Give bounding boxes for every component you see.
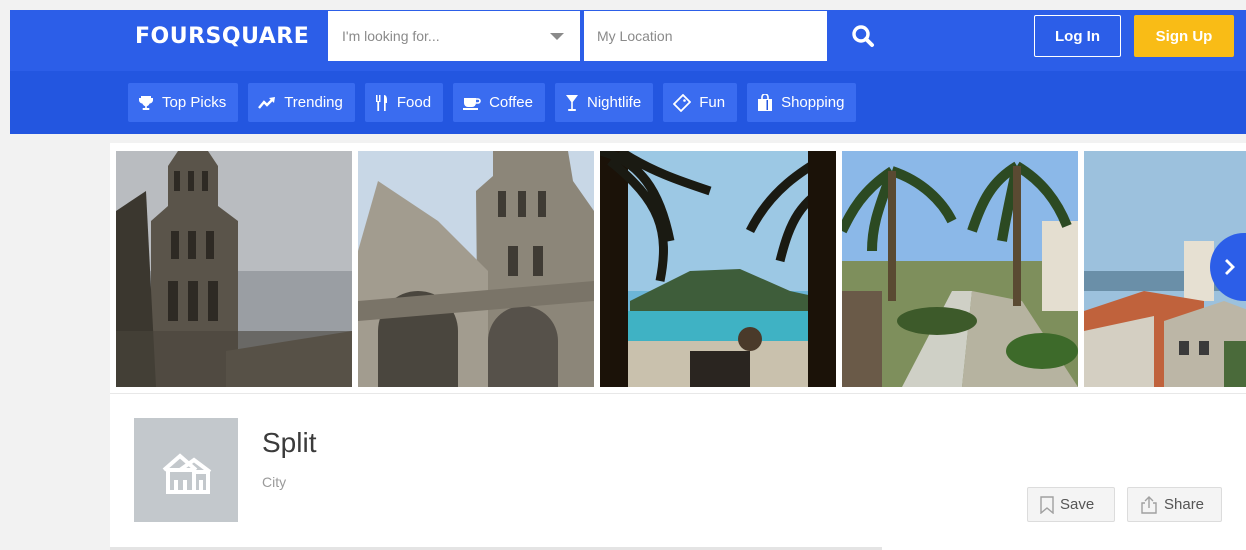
category-nightlife[interactable]: Nightlife	[555, 83, 654, 122]
city-buildings-icon	[162, 453, 212, 494]
venue-photo[interactable]	[116, 151, 352, 387]
category-label: Shopping	[781, 94, 845, 111]
venue-card: Split City Save Share	[110, 143, 1246, 550]
venue-photo[interactable]	[842, 151, 1078, 387]
search-icon	[852, 24, 874, 47]
trending-icon	[258, 96, 276, 109]
share-button[interactable]: Share	[1127, 487, 1222, 522]
login-button[interactable]: Log In	[1034, 15, 1121, 57]
fork-knife-icon	[375, 94, 387, 111]
category-coffee[interactable]: Coffee	[453, 83, 545, 122]
category-label: Top Picks	[162, 94, 227, 111]
category-shopping[interactable]: Shopping	[747, 83, 857, 122]
signup-button[interactable]: Sign Up	[1134, 15, 1234, 57]
search-button[interactable]	[835, 10, 891, 61]
bookmark-icon	[1040, 495, 1054, 514]
share-icon	[1141, 495, 1157, 514]
category-top-picks[interactable]: Top Picks	[128, 83, 239, 122]
category-food[interactable]: Food	[364, 83, 444, 122]
photo-gallery	[116, 151, 1246, 387]
category-trending[interactable]: Trending	[248, 83, 355, 122]
category-bar: Top Picks Trending Food Coffee Nightlife…	[10, 71, 1246, 134]
search-placeholder: I'm looking for...	[342, 28, 440, 44]
search-input[interactable]: I'm looking for...	[328, 11, 580, 61]
cocktail-icon	[566, 94, 578, 111]
venue-name: Split	[262, 427, 317, 458]
chevron-down-icon[interactable]	[550, 33, 564, 40]
location-placeholder: My Location	[597, 28, 673, 44]
coffee-cup-icon	[463, 97, 481, 110]
venue-category: City	[262, 474, 287, 490]
foursquare-logo[interactable]: FOURSQUARE	[135, 24, 309, 49]
venue-category-thumbnail	[134, 418, 238, 522]
category-label: Coffee	[489, 94, 533, 111]
save-label: Save	[1060, 496, 1095, 513]
shopping-bag-icon	[758, 93, 773, 111]
venue-photo[interactable]	[600, 151, 836, 387]
category-label: Nightlife	[587, 94, 642, 111]
chevron-right-icon	[1225, 259, 1235, 275]
divider	[110, 393, 1246, 394]
save-button[interactable]: Save	[1027, 487, 1115, 522]
share-label: Share	[1164, 496, 1205, 513]
venue-photo[interactable]	[358, 151, 594, 387]
location-input[interactable]: My Location	[584, 11, 827, 61]
category-fun[interactable]: Fun	[663, 83, 738, 122]
ticket-icon	[673, 93, 692, 112]
trophy-icon	[139, 95, 153, 110]
category-label: Trending	[284, 94, 343, 111]
category-label: Fun	[699, 94, 726, 111]
top-navbar: FOURSQUARE I'm looking for... My Locatio…	[10, 10, 1246, 71]
category-label: Food	[396, 94, 432, 111]
